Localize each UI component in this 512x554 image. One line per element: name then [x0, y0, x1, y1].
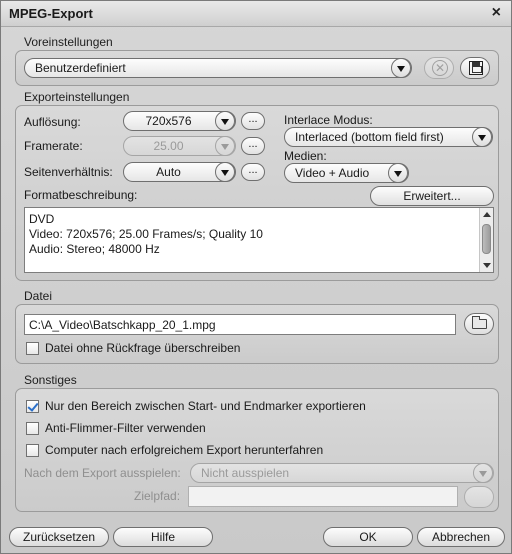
preset-value: Benutzerdefiniert [35, 61, 126, 75]
misc-group: Nur den Bereich zwischen Start- und Endm… [15, 388, 499, 512]
scroll-up-icon[interactable] [483, 212, 491, 217]
target-path-label: Zielpfad: [134, 489, 181, 503]
aspect-select[interactable]: Auto [123, 162, 236, 182]
antiflicker-label: Anti-Flimmer-Filter verwenden [45, 421, 206, 435]
chevron-down-icon[interactable] [388, 163, 408, 183]
folder-icon [472, 316, 487, 329]
presets-group: Benutzerdefiniert ✕ [15, 50, 499, 86]
chevron-down-icon[interactable] [215, 111, 235, 131]
aspect-value: Auto [156, 165, 181, 179]
media-value: Video + Audio [295, 166, 370, 180]
media-select[interactable]: Video + Audio [284, 163, 409, 183]
save-preset-button[interactable] [460, 57, 490, 79]
resolution-select[interactable]: 720x576 [123, 111, 236, 131]
media-label: Medien: [284, 149, 327, 163]
target-browse-button[interactable] [464, 486, 494, 508]
browse-folder-button[interactable] [464, 313, 494, 335]
file-group: C:\A_Video\Batschkapp_20_1.mpg Datei ohn… [15, 304, 499, 364]
resolution-more-button[interactable]: ... [241, 112, 265, 130]
format-description-label: Formatbeschreibung: [24, 188, 138, 202]
interlace-select[interactable]: Interlaced (bottom field first) [284, 127, 493, 147]
file-section-label: Datei [24, 289, 53, 303]
ok-button[interactable]: OK [323, 527, 413, 547]
help-button[interactable]: Hilfe [113, 527, 213, 547]
aspect-more-button[interactable]: ... [241, 163, 265, 181]
framerate-value: 25.00 [153, 139, 184, 153]
cancel-button[interactable]: Abbrechen [417, 527, 505, 547]
scroll-down-icon[interactable] [483, 263, 491, 268]
shutdown-label: Computer nach erfolgreichem Export herun… [45, 443, 324, 457]
resolution-label: Auflösung: [24, 115, 81, 129]
delete-preset-button[interactable]: ✕ [424, 57, 454, 79]
chevron-down-icon[interactable] [472, 127, 492, 147]
export-section-label: Exporteinstellungen [24, 90, 130, 104]
mpeg-export-dialog: MPEG-Export × Voreinstellungen Benutzerd… [0, 0, 512, 554]
playback-select[interactable]: Nicht ausspielen [190, 463, 494, 483]
advanced-button[interactable]: Erweitert... [370, 186, 494, 206]
chevron-down-icon[interactable] [473, 463, 493, 483]
title-bar[interactable]: MPEG-Export × [1, 1, 511, 27]
aspect-label: Seitenverhältnis: [24, 165, 113, 179]
description-line: Audio: Stereo; 48000 Hz [29, 242, 160, 256]
framerate-select[interactable]: 25.00 [123, 136, 236, 156]
close-icon[interactable]: × [492, 4, 501, 22]
reset-button[interactable]: Zurücksetzen [9, 527, 109, 547]
file-path-input[interactable]: C:\A_Video\Batschkapp_20_1.mpg [24, 314, 456, 335]
overwrite-checkbox[interactable] [26, 342, 39, 355]
description-line: DVD [29, 212, 55, 226]
overwrite-label: Datei ohne Rückfrage überschreiben [45, 341, 241, 355]
playback-value: Nicht ausspielen [201, 466, 290, 480]
presets-section-label: Voreinstellungen [24, 35, 113, 49]
chevron-down-icon[interactable] [215, 136, 235, 156]
resolution-value: 720x576 [145, 114, 192, 128]
misc-section-label: Sonstiges [24, 373, 77, 387]
interlace-label: Interlace Modus: [284, 113, 373, 127]
format-description-box[interactable]: DVD Video: 720x576; 25.00 Frames/s; Qual… [24, 207, 494, 273]
framerate-label: Framerate: [24, 139, 83, 153]
description-line: Video: 720x576; 25.00 Frames/s; Quality … [29, 227, 263, 241]
shutdown-checkbox[interactable] [26, 444, 39, 457]
framerate-more-button[interactable]: ... [241, 137, 265, 155]
chevron-down-icon[interactable] [215, 162, 235, 182]
scroll-thumb[interactable] [482, 224, 491, 254]
range-label: Nur den Bereich zwischen Start- und Endm… [45, 399, 366, 413]
chevron-down-icon[interactable] [391, 58, 411, 78]
antiflicker-checkbox[interactable] [26, 422, 39, 435]
window-title: MPEG-Export [9, 6, 93, 21]
save-icon [469, 61, 483, 75]
playback-label: Nach dem Export ausspielen: [24, 466, 181, 480]
export-group: Auflösung: 720x576 ... Framerate: 25.00 … [15, 105, 499, 281]
range-checkbox[interactable] [26, 400, 39, 413]
target-path-input[interactable] [188, 486, 458, 507]
delete-icon: ✕ [432, 60, 448, 76]
interlace-value: Interlaced (bottom field first) [295, 130, 444, 144]
description-scrollbar[interactable] [479, 208, 493, 272]
preset-select[interactable]: Benutzerdefiniert [24, 58, 412, 78]
